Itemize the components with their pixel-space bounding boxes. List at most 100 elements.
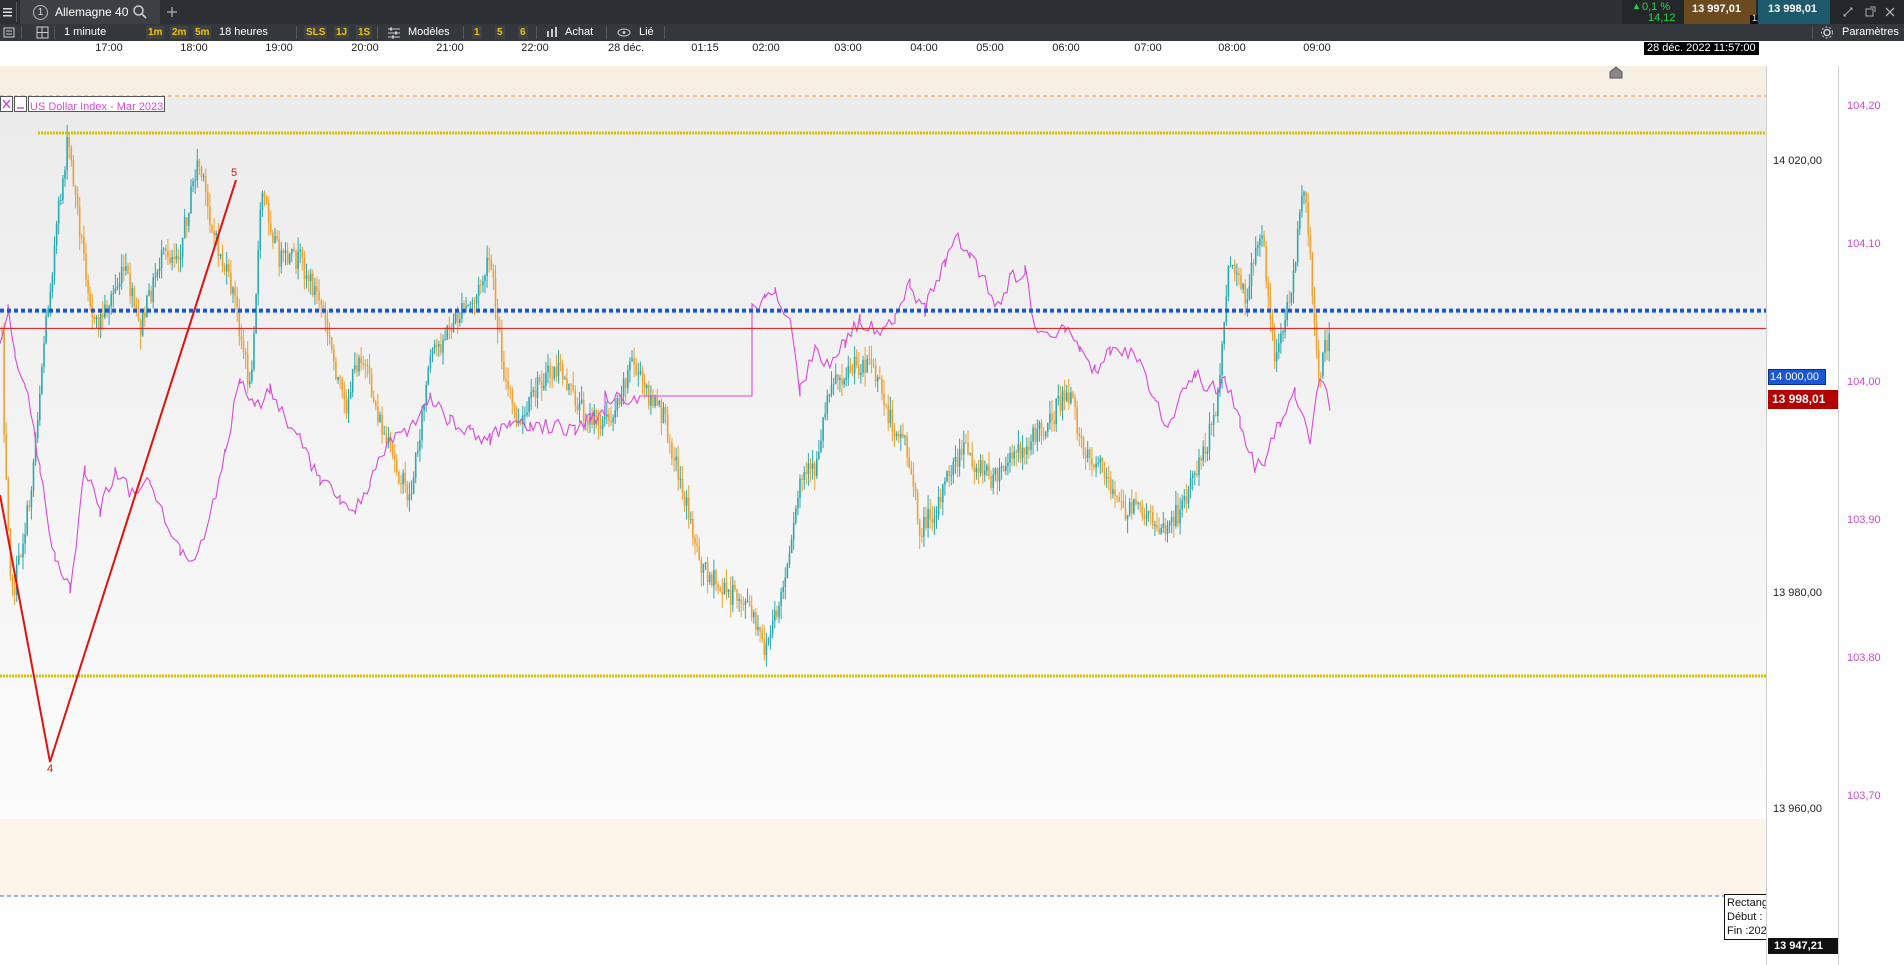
link-button[interactable]: Lié xyxy=(639,24,654,41)
template-button-1[interactable]: 1 xyxy=(472,26,482,39)
candle-body xyxy=(643,381,646,389)
candle-body xyxy=(942,484,944,503)
search-icon[interactable] xyxy=(132,4,148,20)
candle-body xyxy=(183,217,186,239)
layout-icon[interactable] xyxy=(36,24,50,41)
candle-body xyxy=(698,545,700,560)
candle-body xyxy=(398,471,400,483)
candle-body xyxy=(1047,423,1049,432)
time-tick: 05:00 xyxy=(976,42,1004,54)
popout-icon[interactable] xyxy=(1864,6,1876,18)
candle-body xyxy=(971,452,973,467)
template-button-5[interactable]: 5 xyxy=(495,26,505,39)
buy-icon[interactable] xyxy=(545,24,559,41)
session-button-1j[interactable]: 1J xyxy=(334,26,350,39)
candle-body xyxy=(1181,500,1183,510)
usd-axis[interactable]: 104,20 104,10 104,00 103,90 103,80 103,7… xyxy=(1838,66,1904,965)
candle-body xyxy=(505,378,507,381)
candle-body xyxy=(78,207,81,237)
candle-body xyxy=(744,601,747,605)
minimize-overlay-icon[interactable] xyxy=(14,96,27,112)
candle-body xyxy=(851,372,854,374)
candle-body xyxy=(889,409,892,424)
tooltip-title: Rectangle xyxy=(1727,897,1766,909)
duration-select[interactable]: 18 heures xyxy=(219,24,268,41)
candle-body xyxy=(553,367,556,379)
candle-body xyxy=(1294,262,1297,271)
time-cursor-label: 28 déc. 2022 11:57:00 xyxy=(1644,42,1759,55)
session-button-1s[interactable]: 1S xyxy=(356,26,373,39)
settings-button[interactable]: Paramètres xyxy=(1842,24,1899,41)
candle-body xyxy=(36,420,39,439)
candle-body xyxy=(1170,516,1173,523)
candle-body xyxy=(696,543,698,546)
candle-body xyxy=(1320,375,1322,377)
templates-icon[interactable] xyxy=(387,24,401,41)
list-icon[interactable] xyxy=(3,24,17,41)
candle-body xyxy=(7,479,10,529)
usd-tick: 103,80 xyxy=(1847,652,1881,664)
hamburger-icon[interactable] xyxy=(0,0,16,24)
time-tick: 01:15 xyxy=(691,42,719,54)
candle-body xyxy=(251,369,253,382)
candle-body xyxy=(152,277,154,302)
candle-body xyxy=(503,361,505,379)
candle-body xyxy=(167,250,169,258)
candle-body xyxy=(1017,443,1020,453)
candle-body xyxy=(576,405,579,411)
home-marker-icon[interactable] xyxy=(1609,66,1623,79)
candle-body xyxy=(324,312,327,319)
link-icon[interactable] xyxy=(617,24,633,41)
candle-body xyxy=(765,642,768,656)
interval-select[interactable]: 1 minute xyxy=(64,24,106,41)
candle-body xyxy=(637,373,640,375)
candle-body xyxy=(202,175,205,178)
candle-body xyxy=(141,312,144,336)
close-icon[interactable] xyxy=(1884,6,1896,18)
session-button-sls[interactable]: SLS xyxy=(304,26,328,39)
time-tick: 18:00 xyxy=(180,42,208,54)
instrument-tab[interactable]: 1 Allemagne 40 xyxy=(20,0,160,24)
candle-body xyxy=(891,409,894,432)
usd-tick: 104,10 xyxy=(1847,238,1881,250)
templates-menu[interactable]: Modèles xyxy=(408,24,450,41)
candle-body xyxy=(293,249,295,252)
candle-body xyxy=(727,589,730,593)
tf-button-1m[interactable]: 1m xyxy=(146,26,165,39)
price-axis[interactable]: 14 020,00 13 980,00 13 960,00 14 000,00 … xyxy=(1766,66,1904,965)
candle-body xyxy=(925,516,927,528)
candle-body xyxy=(958,449,961,467)
candle-body xyxy=(692,518,694,538)
candle-body xyxy=(1303,192,1305,196)
settings-icon[interactable] xyxy=(1820,24,1834,41)
remove-overlay-icon[interactable] xyxy=(0,96,13,112)
candle-body xyxy=(213,231,215,236)
candle-body xyxy=(1273,333,1276,362)
candle-body xyxy=(1328,333,1330,352)
buy-button[interactable]: Achat xyxy=(565,24,593,41)
candle-body xyxy=(200,166,203,178)
candle-body xyxy=(687,497,690,520)
candle-body xyxy=(295,251,297,269)
price-chart[interactable]: US Dollar Index - Mar 2023 5 4 Rectangle… xyxy=(0,66,1766,965)
candle-body xyxy=(887,405,889,424)
overlay-legend-box[interactable]: US Dollar Index - Mar 2023 xyxy=(28,96,166,113)
plus-icon[interactable] xyxy=(164,4,180,20)
tf-button-5m[interactable]: 5m xyxy=(193,26,212,39)
candle-body xyxy=(748,600,751,606)
ask-button[interactable]: 13 998,01 xyxy=(1758,0,1830,24)
candle-body xyxy=(99,313,102,330)
candle-body xyxy=(358,357,360,372)
candle-body xyxy=(662,406,665,423)
tf-button-2m[interactable]: 2m xyxy=(170,26,189,39)
chart-canvas[interactable] xyxy=(0,66,1766,965)
candle-body xyxy=(198,160,201,167)
candle-body xyxy=(354,365,356,370)
candle-body xyxy=(1070,392,1072,404)
candle-body xyxy=(1110,478,1112,494)
template-button-6[interactable]: 6 xyxy=(518,26,528,39)
expand-icon[interactable] xyxy=(1842,6,1854,18)
bid-button[interactable]: 13 997,01 xyxy=(1684,0,1756,24)
candle-body xyxy=(1042,435,1045,437)
candle-body xyxy=(1160,528,1162,534)
